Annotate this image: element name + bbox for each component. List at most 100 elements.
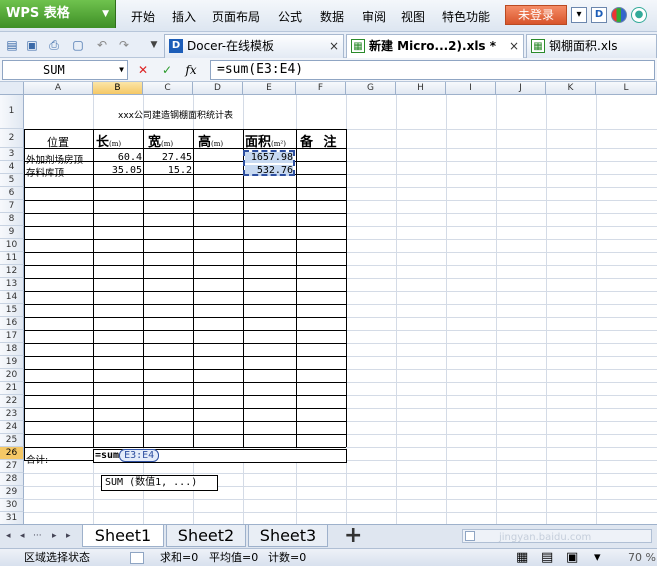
docer-icon[interactable]: D [591,7,607,23]
row-header-14[interactable]: 14 [0,291,24,304]
normal-view-icon[interactable]: ▦ [516,549,528,566]
column-header-c[interactable]: C [143,82,193,95]
select-all-corner[interactable] [0,82,24,95]
menu-insert[interactable]: 插入 [172,8,196,25]
last-sheet-icon[interactable]: ▸ [66,531,71,541]
column-header-i[interactable]: I [446,82,496,95]
row-header-8[interactable]: 8 [0,213,24,226]
cell-b3-length[interactable]: 60.4 [94,152,142,163]
row-header-4[interactable]: 4 [0,161,24,174]
row-header-28[interactable]: 28 [0,473,24,486]
insert-function-icon[interactable]: fx [182,61,200,79]
row-header-2[interactable]: 2 [0,129,24,148]
row-header-21[interactable]: 21 [0,382,24,395]
row-header-29[interactable]: 29 [0,486,24,499]
view-options-icon[interactable]: ▾ [594,549,601,566]
column-header-k[interactable]: K [546,82,596,95]
row-header-12[interactable]: 12 [0,265,24,278]
row-header-9[interactable]: 9 [0,226,24,239]
menu-review[interactable]: 审阅 [362,8,386,25]
row-header-19[interactable]: 19 [0,356,24,369]
tab-sheet2[interactable]: Sheet2 [166,525,246,547]
column-header-h[interactable]: H [396,82,446,95]
cell-c3-width[interactable]: 27.45 [144,152,192,163]
formula-input[interactable]: =sum(E3:E4) [210,60,655,80]
next-sheet-icon[interactable]: ▸ [52,531,57,541]
redo-icon[interactable]: ↷ [116,37,132,53]
horizontal-scrollbar[interactable]: jingyan.baidu.com [462,529,652,543]
menu-page-layout[interactable]: 页面布局 [212,8,260,25]
column-header-b[interactable]: B [93,82,143,95]
row-header-13[interactable]: 13 [0,278,24,291]
row-header-26[interactable]: 26 [0,447,24,460]
column-header-g[interactable]: G [346,82,396,95]
name-box[interactable]: SUM ▼ [2,60,128,80]
tab-steel-shed-area[interactable]: ▦ 钢棚面积.xls [526,34,657,58]
login-button[interactable]: 未登录 [505,5,567,25]
customize-toolbar-icon[interactable]: ▼ [146,37,162,53]
row-header-5[interactable]: 5 [0,174,24,187]
row-header-25[interactable]: 25 [0,434,24,447]
column-header-j[interactable]: J [496,82,546,95]
row-header-10[interactable]: 10 [0,239,24,252]
scroll-left-icon[interactable] [465,531,475,541]
row-header-24[interactable]: 24 [0,421,24,434]
tab-new-workbook[interactable]: ▦ 新建 Micro...2).xls * × [346,34,524,58]
column-header-a[interactable]: A [24,82,93,95]
row-header-30[interactable]: 30 [0,499,24,512]
menu-formulas[interactable]: 公式 [278,8,302,25]
row-header-1[interactable]: 1 [0,95,24,129]
first-sheet-icon[interactable]: ◂ [6,531,11,541]
row-header-22[interactable]: 22 [0,395,24,408]
open-folder-icon[interactable]: ▤ [4,37,20,53]
confirm-formula-icon[interactable]: ✓ [158,61,176,79]
save-icon[interactable]: ▣ [24,37,40,53]
cell-a4-position[interactable]: 存料库顶 [26,165,64,179]
prev-sheet-icon[interactable]: ◂ [20,531,25,541]
zoom-level[interactable]: 70 % [628,549,656,566]
menu-home[interactable]: 开始 [131,8,155,25]
print-icon[interactable]: ⎙ [46,37,62,53]
row-header-15[interactable]: 15 [0,304,24,317]
macro-record-icon[interactable] [130,552,144,564]
add-sheet-icon[interactable]: + [344,525,362,547]
collapse-ribbon-icon[interactable]: ▾ [571,7,587,23]
cell-b4-length[interactable]: 35.05 [94,165,142,176]
chevron-down-icon[interactable]: ▼ [119,61,124,79]
menu-special-features[interactable]: 特色功能 [442,8,490,25]
close-tab-icon[interactable]: × [509,35,519,57]
cancel-formula-icon[interactable]: ✕ [134,61,152,79]
menu-data[interactable]: 数据 [320,8,344,25]
row-header-23[interactable]: 23 [0,408,24,421]
row-header-31[interactable]: 31 [0,512,24,524]
spreadsheet-grid[interactable]: ABCDEFGHIJKL 1 2 3 4 5 6 7 8 9 10 11 12 13 14 15 16 17 18… [0,82,657,524]
row-header-3[interactable]: 3 [0,148,24,161]
cell-c4-width[interactable]: 15.2 [144,165,192,176]
row-header-20[interactable]: 20 [0,369,24,382]
column-header-f[interactable]: F [296,82,346,95]
row-header-6[interactable]: 6 [0,187,24,200]
row-header-7[interactable]: 7 [0,200,24,213]
tab-docer-templates[interactable]: D Docer-在线模板 × [164,34,344,58]
cloud-sync-icon[interactable]: ● [631,7,647,23]
print-preview-icon[interactable]: ▢ [70,37,86,53]
page-layout-view-icon[interactable]: ▣ [566,549,578,566]
undo-icon[interactable]: ↶ [94,37,110,53]
row-header-11[interactable]: 11 [0,252,24,265]
column-header-e[interactable]: E [243,82,296,95]
page-break-view-icon[interactable]: ▤ [541,549,553,566]
row-header-16[interactable]: 16 [0,317,24,330]
column-header-l[interactable]: L [596,82,657,95]
wps-logo-menu-button[interactable]: WPS 表格 ▼ [0,0,116,28]
row-header-27[interactable]: 27 [0,460,24,473]
total-formula[interactable]: =sum E3:E4 [95,449,160,462]
column-header-d[interactable]: D [193,82,243,95]
menu-view[interactable]: 视图 [401,8,425,25]
tab-sheet3[interactable]: Sheet3 [248,525,328,547]
row-header-18[interactable]: 18 [0,343,24,356]
skin-icon[interactable] [611,7,627,23]
row-header-17[interactable]: 17 [0,330,24,343]
close-tab-icon[interactable]: × [329,35,339,57]
tab-sheet1[interactable]: Sheet1 [82,525,164,547]
cell-a3-position[interactable]: 外加剂场房顶 [26,152,83,166]
